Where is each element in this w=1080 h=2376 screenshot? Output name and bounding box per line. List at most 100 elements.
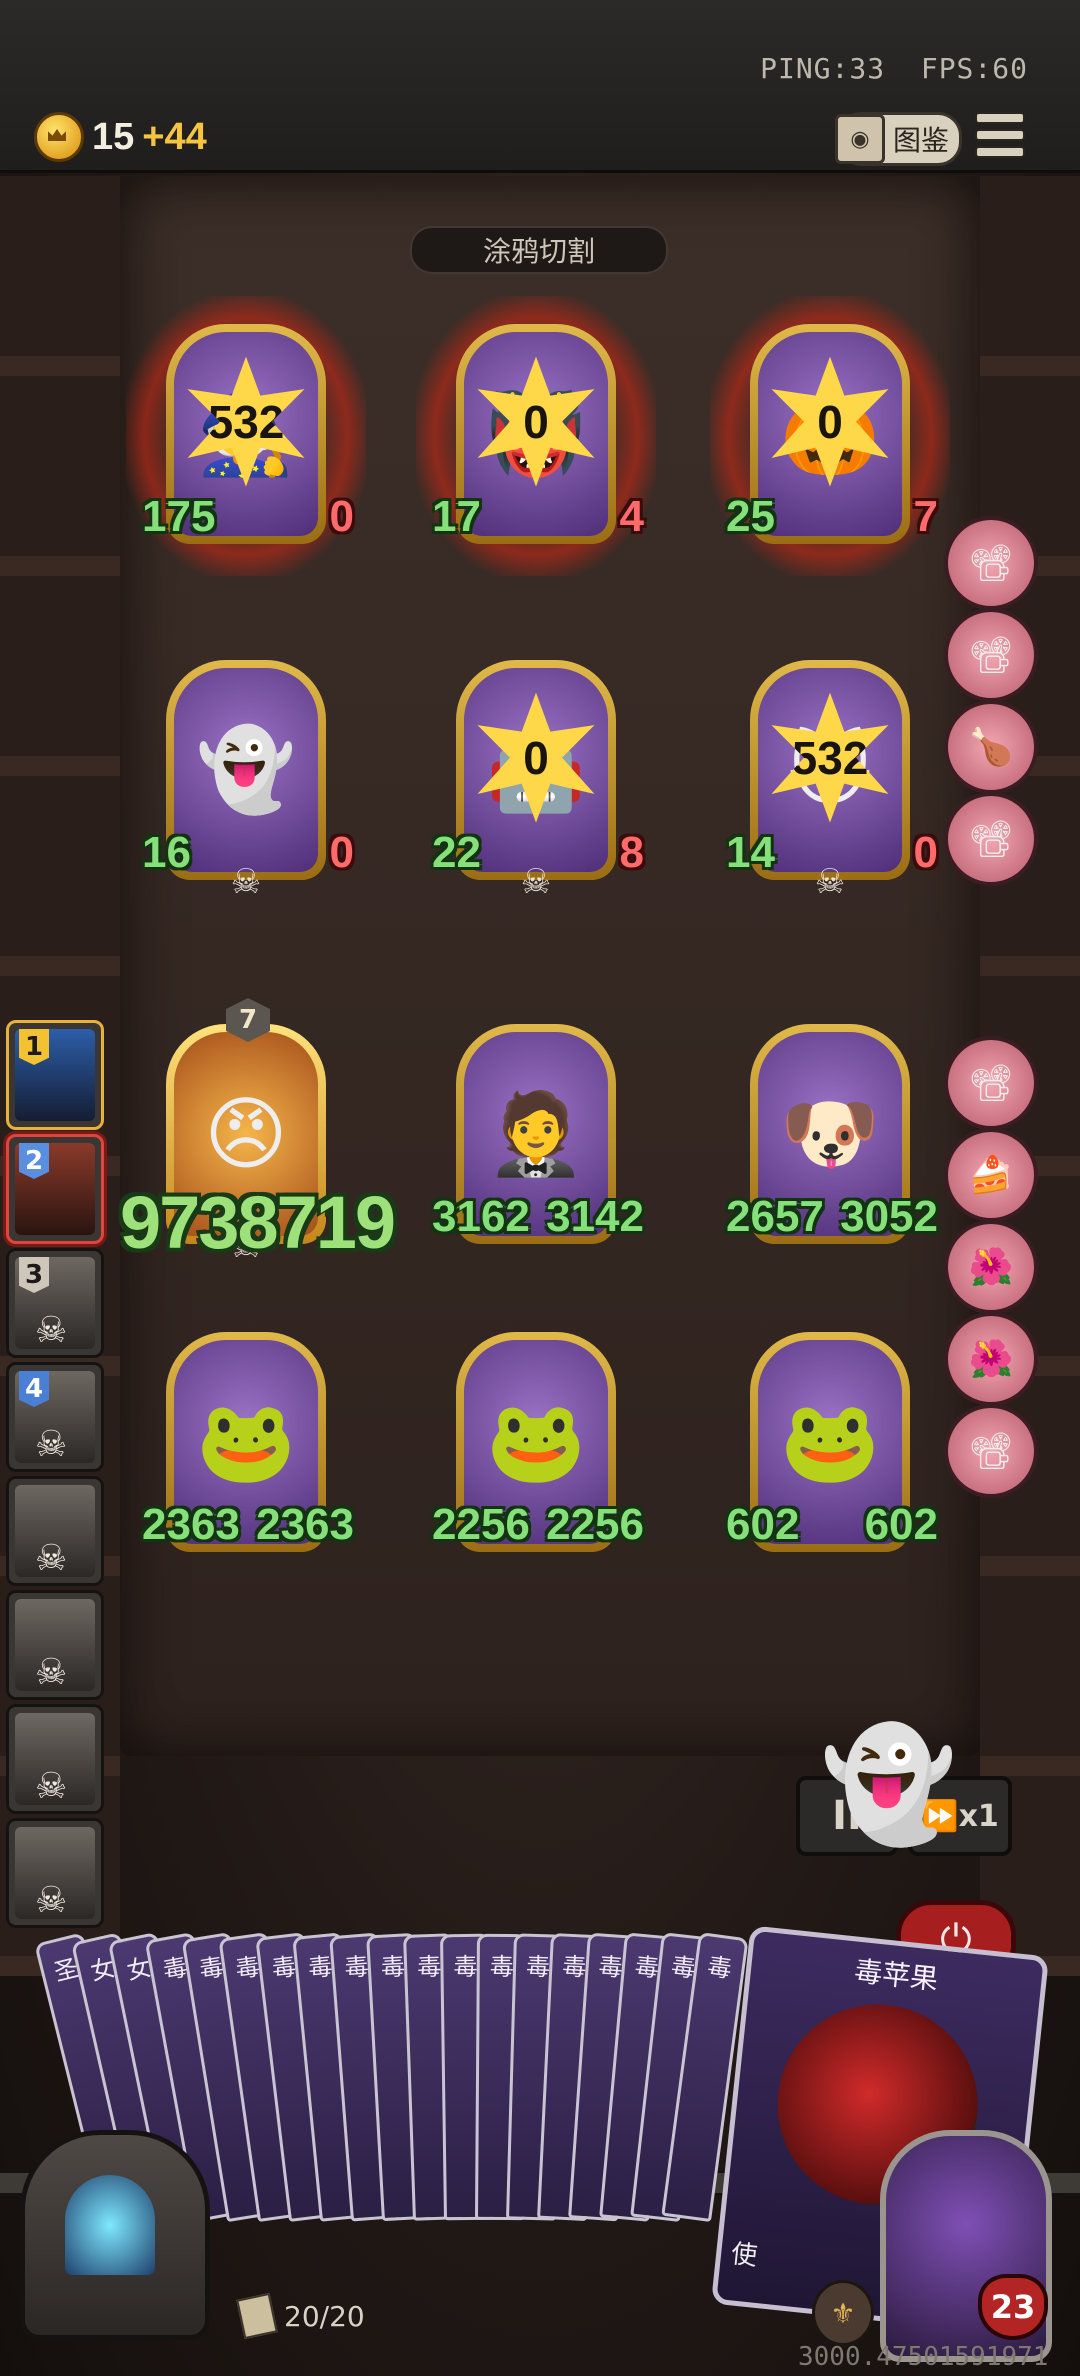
hero-health: 23	[978, 2274, 1048, 2340]
menu-button[interactable]	[975, 112, 1025, 158]
unit-slot[interactable]: 🐶 2657 3052	[726, 1016, 938, 1256]
projector-icon: 📽	[968, 543, 1014, 584]
projector-icon: 📽	[968, 1431, 1014, 1472]
unit-health: 4	[619, 492, 644, 541]
deck-icon	[236, 2292, 278, 2340]
unit-health: 0	[329, 828, 354, 877]
ghost-cat-mascot: 👻	[820, 1720, 957, 1848]
opponent-rank: 3	[19, 1257, 49, 1293]
unit-slot[interactable]: 🤖 0 22 8 ☠	[432, 652, 644, 902]
skull-icon: ☠	[35, 1424, 68, 1465]
gold-value: 15	[92, 115, 135, 158]
unit-attack: 14	[726, 828, 775, 877]
menu-bar-icon	[975, 112, 1025, 124]
dog-portrait-icon: 🐶	[780, 1087, 880, 1180]
buff-token[interactable]: 🌺	[944, 1312, 1038, 1406]
unit-health: 3052	[840, 1192, 938, 1241]
opponent-slot[interactable]: 3 ☠	[6, 1248, 104, 1358]
butler-portrait-icon: 🤵	[486, 1087, 586, 1180]
debug-readout: 3000.47501591971	[798, 2342, 1049, 2372]
skull-icon: ☠	[35, 1880, 68, 1921]
brute-portrait-icon: 😠	[204, 1087, 288, 1181]
unit-attack: 17	[432, 492, 481, 541]
damage-popup: 9738719	[120, 1181, 396, 1264]
opponent-slot[interactable]: 1	[6, 1020, 104, 1130]
unit-attack: 602	[726, 1500, 800, 1549]
top-bar: PING:33 FPS:60 15 +44 ◉ 图鉴	[0, 0, 1080, 173]
opponent-slot[interactable]: ☠	[6, 1818, 104, 1928]
armor-icon: ⚜	[812, 2280, 874, 2346]
skull-icon: ☠	[35, 1538, 68, 1579]
opponent-slot[interactable]: 4 ☠	[6, 1362, 104, 1472]
deck-counter: 20/20	[236, 2292, 365, 2340]
unit-slot[interactable]: 🐱 532 14 0 ☠	[726, 652, 938, 902]
menu-bar-icon	[975, 146, 1025, 158]
codex-button[interactable]: ◉ 图鉴	[835, 112, 962, 166]
opponent-slot[interactable]: ☠	[6, 1704, 104, 1814]
skull-icon: ☠	[520, 862, 552, 902]
unit-attack: 16	[142, 828, 191, 877]
buff-token[interactable]: 📽	[944, 608, 1038, 702]
opponent-slot[interactable]: 2	[6, 1134, 104, 1244]
buff-token[interactable]: 📽	[944, 516, 1038, 610]
unit-health: 8	[619, 828, 644, 877]
fps-text: FPS:60	[920, 52, 1028, 85]
opponent-rank: 1	[19, 1029, 49, 1065]
projector-icon: 📽	[968, 1063, 1014, 1104]
opponent-rank: 4	[19, 1371, 49, 1407]
unit-slot[interactable]: 🐸 2363 2363	[142, 1324, 354, 1564]
network-stats: PING:33 FPS:60	[760, 52, 1028, 85]
buff-token[interactable]: 📽	[944, 1404, 1038, 1498]
shop-portal[interactable]	[20, 2130, 210, 2340]
unit-health: 0	[329, 492, 354, 541]
projector-icon: 📽	[968, 635, 1014, 676]
skull-icon: ☠	[814, 862, 846, 902]
ping-text: PING:33	[760, 52, 886, 85]
deck-count: 20/20	[284, 2299, 365, 2333]
flower-icon: 🌺	[968, 1339, 1014, 1380]
crown-coin-icon	[34, 112, 84, 162]
buff-token[interactable]: 📽	[944, 792, 1038, 886]
unit-health: 2256	[546, 1500, 644, 1549]
codex-label: 图鉴	[893, 124, 950, 157]
unit-slot[interactable]: 🐸 602 602	[726, 1324, 938, 1564]
apple-frog-portrait-icon: 🐸	[486, 1395, 586, 1488]
opponent-slot[interactable]: ☠	[6, 1476, 104, 1586]
buff-token[interactable]: 🍗	[944, 700, 1038, 794]
buff-token[interactable]: 🌺	[944, 1220, 1038, 1314]
gold-display: 15 +44	[34, 112, 207, 162]
skull-icon: ☠	[35, 1766, 68, 1807]
unit-attack: 2657	[726, 1192, 824, 1241]
unit-attack: 2256	[432, 1500, 530, 1549]
unit-attack: 22	[432, 828, 481, 877]
unit-health: 0	[913, 828, 938, 877]
unit-slot[interactable]: 🐸 2256 2256	[432, 1324, 644, 1564]
skull-icon: ☠	[35, 1310, 68, 1351]
buff-token[interactable]: 📽	[944, 1036, 1038, 1130]
unit-attack: 2363	[142, 1500, 240, 1549]
unit-attack: 25	[726, 492, 775, 541]
unit-health: 2363	[256, 1500, 354, 1549]
unit-health: 7	[913, 492, 938, 541]
unit-slot[interactable]: 🧙 532 175 0	[126, 296, 366, 576]
apple-frog-portrait-icon: 🐸	[780, 1395, 880, 1488]
flower-icon: 🌺	[968, 1247, 1014, 1288]
menu-bar-icon	[975, 129, 1025, 141]
skull-icon: ☠	[230, 862, 262, 902]
unit-slot[interactable]: 👻 16 0 ☠	[142, 652, 354, 902]
skull-icon: ☠	[35, 1652, 68, 1693]
gold-increment: +44	[142, 115, 207, 158]
unit-health: 602	[864, 1500, 938, 1549]
book-icon: ◉	[835, 114, 885, 164]
unit-slot[interactable]: 🎃 0 25 7	[710, 296, 950, 576]
hand-card-label: 毒	[705, 1952, 734, 1984]
opponent-slot[interactable]: ☠	[6, 1590, 104, 1700]
ghost-girl-portrait-icon: 👻	[196, 723, 296, 816]
cake-icon: 🍰	[968, 1155, 1014, 1196]
apple-frog-portrait-icon: 🐸	[196, 1395, 296, 1488]
unit-slot[interactable]: 👹 0 17 4	[416, 296, 656, 576]
buff-token[interactable]: 🍰	[944, 1128, 1038, 1222]
opponent-rank: 2	[19, 1143, 49, 1179]
unit-slot[interactable]: 🤵 3162 3142	[432, 1016, 644, 1256]
featured-card-text: 使	[729, 2239, 759, 2272]
